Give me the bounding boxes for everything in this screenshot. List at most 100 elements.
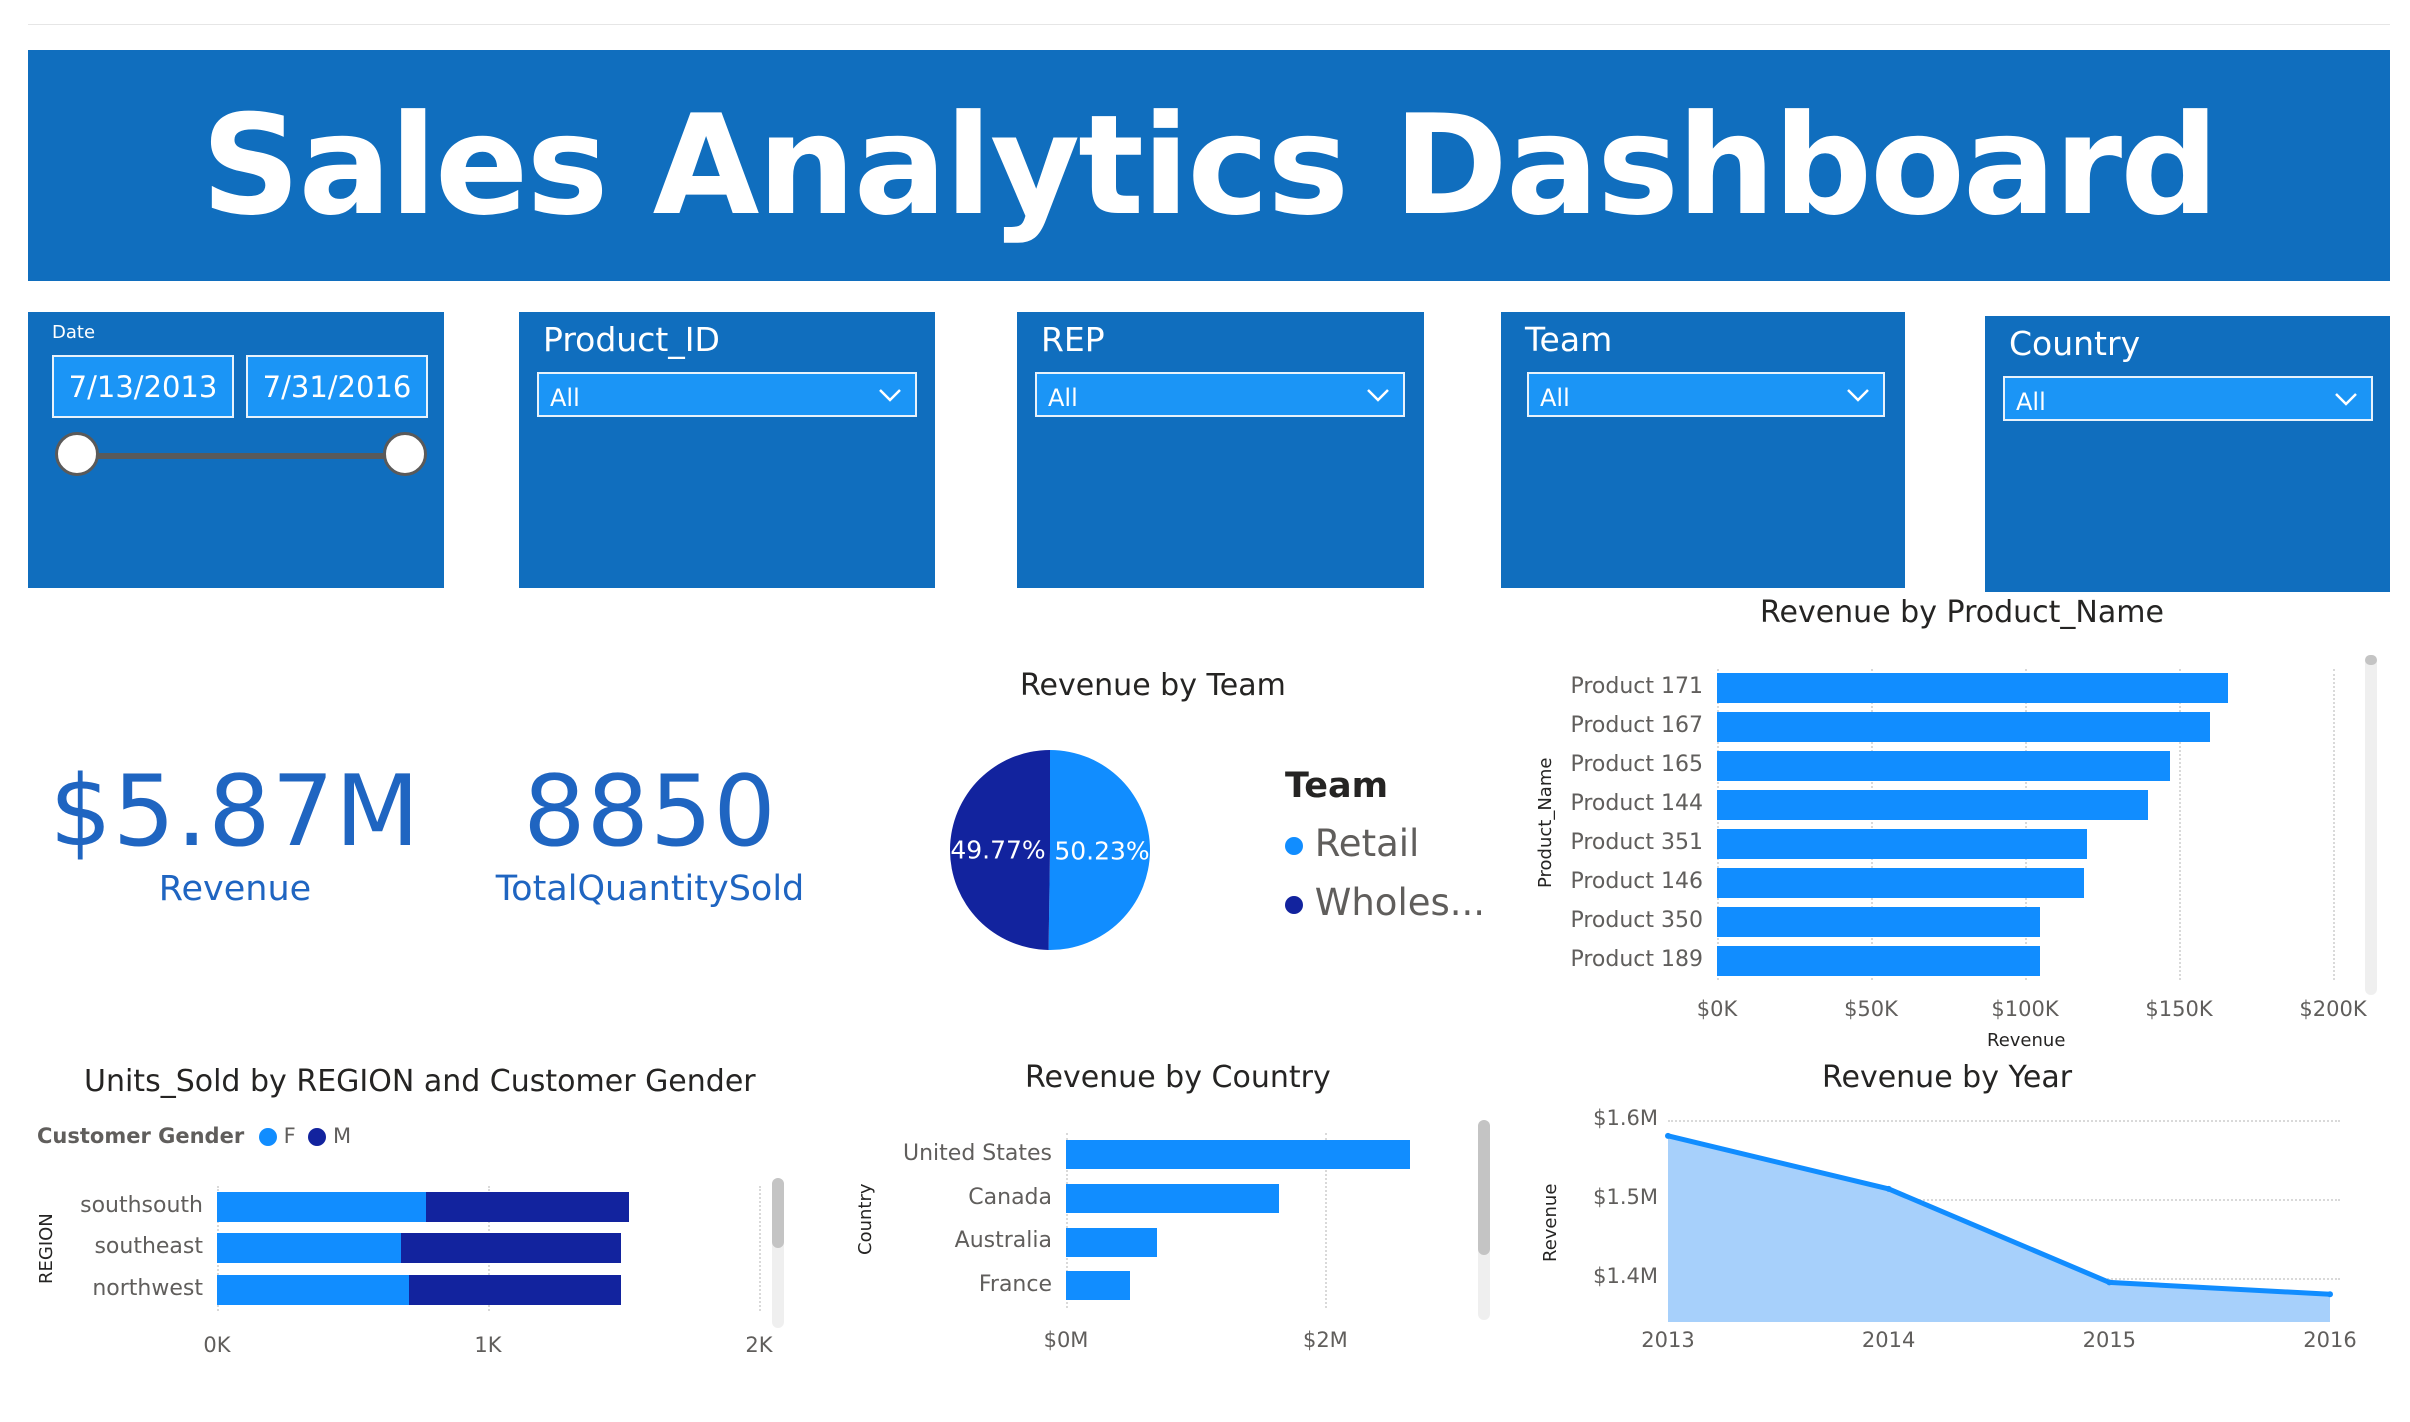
product-category-label: Product 350: [1570, 907, 1703, 933]
product-chart-scrollbar[interactable]: [2365, 655, 2377, 995]
year-area-fill: [1668, 1135, 2330, 1322]
region-tick-1k: 1K: [474, 1333, 502, 1357]
country-chart-scrollbar[interactable]: [1478, 1120, 1490, 1320]
product-tick-150k: $150K: [2145, 997, 2213, 1021]
year-xtick: 2014: [1861, 1328, 1916, 1352]
rep-slicer: REP All: [1017, 312, 1424, 588]
country-tick-0m: $0M: [1043, 1328, 1089, 1352]
date-slicer: Date 7/13/2013 7/31/2016: [28, 312, 444, 588]
product-chart-scroll-thumb[interactable]: [2365, 655, 2377, 665]
product-category-label: Product 165: [1570, 752, 1703, 778]
female-legend-label[interactable]: F: [284, 1124, 296, 1148]
region-category-label: southsouth: [80, 1192, 203, 1218]
date-slicer-label: Date: [52, 322, 96, 343]
rep-dropdown[interactable]: All: [1035, 372, 1405, 417]
pie-chart-title: Revenue by Team: [1020, 668, 1286, 703]
product-bar[interactable]: [1717, 673, 2229, 704]
region-chart-scroll-thumb[interactable]: [772, 1178, 784, 1248]
year-point-2016[interactable]: [2327, 1291, 2333, 1298]
date-range-track: [80, 453, 402, 459]
chevron-down-icon: [2335, 393, 2357, 406]
region-tick-2k: 2K: [745, 1333, 773, 1357]
product-id-slicer: Product_ID All: [519, 312, 935, 588]
country-chart-ylabel: Country: [855, 1183, 876, 1255]
end-date-input[interactable]: 7/31/2016: [246, 355, 428, 418]
male-legend-dot: [308, 1128, 327, 1146]
year-gridline: [1668, 1199, 2340, 1202]
revenue-card: $5.87M Revenue: [30, 755, 440, 909]
wholesale-legend-dot: [1285, 895, 1303, 914]
quantity-card: 8850 TotalQuantitySold: [450, 755, 850, 909]
title-banner: Sales Analytics Dashboard: [28, 50, 2390, 281]
product-category-label: Product 167: [1570, 713, 1703, 739]
year-gridline: [1668, 1278, 2340, 1281]
country-bar[interactable]: [1066, 1184, 1279, 1214]
country-chart-title: Revenue by Country: [1025, 1060, 1331, 1095]
product-bar[interactable]: [1717, 829, 2087, 860]
product-bar[interactable]: [1717, 906, 2041, 937]
region-bar-f[interactable]: [217, 1274, 410, 1305]
country-tick-2m: $2M: [1302, 1328, 1348, 1352]
country-dropdown[interactable]: All: [2003, 376, 2373, 421]
product-bar[interactable]: [1717, 751, 2170, 782]
retail-legend-label: Retail: [1314, 822, 1420, 865]
country-category-label: United States: [903, 1140, 1052, 1166]
country-bar[interactable]: [1066, 1227, 1157, 1257]
region-legend-title: Customer Gender: [37, 1124, 245, 1148]
chevron-down-icon: [879, 389, 901, 402]
year-xtick: 2015: [2082, 1328, 2137, 1352]
product-chart-xlabel: Revenue: [1987, 1030, 2066, 1051]
product-bar[interactable]: [1717, 867, 2084, 898]
rep-slicer-title: REP: [1041, 320, 1105, 359]
region-chart-scrollbar[interactable]: [772, 1178, 784, 1328]
country-category-label: France: [978, 1271, 1052, 1297]
region-bar-m[interactable]: [425, 1191, 629, 1222]
country-bar[interactable]: [1066, 1271, 1130, 1301]
pie-legend-item-wholesale[interactable]: Wholes...: [1285, 881, 1485, 924]
country-category-label: Canada: [968, 1184, 1052, 1210]
product-id-dropdown[interactable]: All: [537, 372, 917, 417]
year-ytick: $1.6M: [1593, 1106, 1658, 1130]
chevron-down-icon: [1847, 389, 1869, 402]
start-date-input[interactable]: 7/13/2013: [52, 355, 234, 418]
product-category-label: Product 144: [1570, 791, 1703, 817]
revenue-label: Revenue: [158, 869, 312, 909]
team-dropdown[interactable]: All: [1527, 372, 1885, 417]
chevron-down-icon: [1367, 389, 1389, 402]
region-bar-f[interactable]: [217, 1233, 402, 1264]
product-bar[interactable]: [1717, 712, 2210, 743]
product-bar[interactable]: [1717, 945, 2041, 976]
region-bar-f[interactable]: [217, 1191, 426, 1222]
year-point-2013[interactable]: [1665, 1132, 1671, 1139]
country-slicer-title: Country: [2009, 324, 2141, 363]
year-xtick: 2013: [1641, 1328, 1695, 1352]
product-bar[interactable]: [1717, 790, 2149, 821]
start-date-handle[interactable]: [55, 432, 99, 476]
country-bar[interactable]: [1066, 1140, 1410, 1170]
region-chart-legend: Customer Gender F M: [37, 1124, 351, 1148]
retail-legend-dot: [1285, 836, 1303, 855]
year-ytick: $1.4M: [1593, 1264, 1658, 1289]
region-bar-m[interactable]: [401, 1233, 621, 1264]
pie-label-wholes: 49.77%: [950, 836, 1045, 865]
male-legend-label[interactable]: M: [333, 1124, 351, 1148]
quantity-label: TotalQuantitySold: [495, 869, 805, 909]
team-slicer: Team All: [1501, 312, 1905, 588]
end-date-handle[interactable]: [383, 432, 427, 476]
product-category-label: Product 146: [1570, 868, 1703, 894]
country-chart-scroll-thumb[interactable]: [1478, 1120, 1490, 1255]
region-tick-0k: 0K: [203, 1333, 231, 1357]
region-bar-m[interactable]: [409, 1274, 621, 1305]
pie-legend-item-retail[interactable]: Retail: [1285, 822, 1419, 865]
product-tick-200k: $200K: [2299, 997, 2367, 1021]
region-chart-ylabel: REGION: [36, 1213, 57, 1284]
product-category-label: Product 351: [1570, 830, 1703, 856]
rep-value: All: [1048, 384, 1078, 412]
region-category-label: southeast: [94, 1234, 203, 1260]
region-chart-title: Units_Sold by REGION and Customer Gender: [84, 1064, 756, 1099]
pie-legend-title: Team: [1285, 766, 1389, 806]
product-category-label: Product 189: [1570, 946, 1703, 972]
year-revenue-line[interactable]: [1667, 1133, 2331, 1297]
product-tick-0k: $0K: [1696, 997, 1738, 1021]
year-point-2014[interactable]: [1885, 1185, 1892, 1192]
